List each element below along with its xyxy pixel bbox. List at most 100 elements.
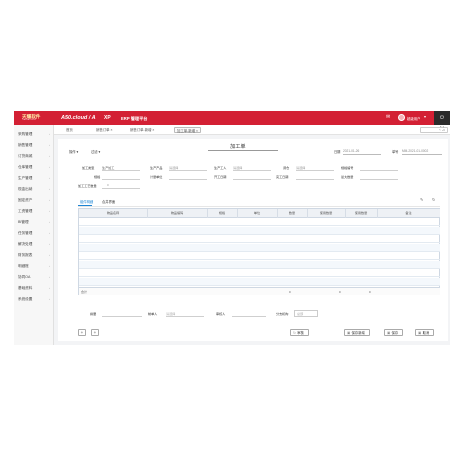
add-row-button[interactable]: + [78,329,86,336]
tab-component-detail[interactable]: 组件明细 [80,199,93,204]
cancel-button[interactable]: ▣ 取消 [415,329,435,336]
save-icon: ▣ [387,331,391,335]
process-order-form: 操作 ▾ 过滤 ▾ 加工单 日期 2021-01-26 单号 MM-2021-0… [58,139,448,341]
chevron-down-icon[interactable]: ▾ [424,114,426,120]
auditor-label: 审核人 [216,312,226,316]
sidebar-item[interactable]: 订货商城 › [14,151,54,161]
table-row[interactable] [79,243,440,252]
sidebar-item[interactable]: 明细账 › [14,261,54,271]
refresh-icon: ↻ [293,331,296,335]
chevron-right-icon: › [49,286,50,290]
save-new-button[interactable]: ▣ 保存新增 [344,329,370,336]
start-date-label: 开工日期 [214,175,227,179]
sidebar-item-label: 仓库管理 [18,164,33,169]
sidebar-item[interactable]: 工资管理 › [14,206,54,216]
order-no-field[interactable]: MM-2021-01-0002 [402,149,428,153]
table-header: 物品名称 物品编码 规格 单位 数量 使用数量 使用数量 备注 [79,209,440,218]
column-header[interactable]: 备注 [377,209,440,218]
max-qty-label: 最大数量 [341,175,354,179]
fullscreen-icon[interactable]: ⛶ [440,126,444,132]
tab-sales-order-new[interactable]: 销售订单-新增 × [130,127,154,133]
refresh-icon[interactable]: ↻ [432,197,435,202]
sidebar-item[interactable]: 固定资产 › [14,195,54,205]
sidebar-item[interactable]: 系统设置 › [14,294,54,304]
product-label: 生产产品 [150,166,163,170]
column-header[interactable]: 物品编码 [147,209,207,218]
add-row-alt-button[interactable]: + [91,329,99,336]
tab-home[interactable]: 首页 [66,127,73,133]
total-value: 0 [369,290,371,294]
ops-label: 操作 [69,150,76,154]
field-underline [296,169,334,170]
avatar[interactable] [398,114,405,121]
tab-process-order-new[interactable]: 加工单-新增 × [174,127,202,133]
sidebar-item-label: 销售管理 [18,142,33,147]
column-header[interactable]: 单位 [237,209,277,218]
save-button[interactable]: ▣ 保存 [384,329,404,336]
plan-qty-input[interactable]: 0 [107,183,109,187]
filter-button[interactable]: 过滤 ▾ [91,150,100,155]
table-row[interactable] [79,226,440,235]
column-header[interactable]: 使用数量 [307,209,345,218]
active-tab-indicator [78,205,92,206]
column-header[interactable]: 使用数量 [345,209,377,218]
field-underline [233,178,271,179]
sidebar-item[interactable]: 现金出纳 › [14,184,54,194]
chevron-right-icon: › [49,242,50,246]
date-label: 日期 [334,150,341,154]
field-underline [169,178,207,179]
sidebar-item[interactable]: BI管理 › [14,217,54,227]
cancel-label: 取消 [422,331,430,335]
sidebar-item[interactable]: 基础资料 › [14,283,54,293]
ops-menu-button[interactable]: 操作 ▾ [69,150,78,155]
table-row[interactable] [79,260,440,269]
page-title: 加工单 [230,144,246,150]
column-header[interactable]: 物品名称 [79,209,147,218]
logo: 天耀软件 TIANYAO SOFT [22,114,52,122]
edit-icon[interactable]: ✎ [420,197,423,202]
column-header[interactable]: 数量 [277,209,307,218]
memo-input[interactable] [102,315,142,316]
table-row[interactable] [79,252,440,260]
column-header[interactable]: 规格 [207,209,237,218]
date-field[interactable]: 2021-01-26 [343,149,359,153]
total-label: 合计 [81,290,88,294]
table-row[interactable] [79,218,440,226]
document-icon: ▣ [347,331,351,335]
handler-label: 制单人 [148,312,158,316]
field-underline [360,178,398,179]
sidebar-item[interactable]: 仓库管理 › [14,162,54,172]
chevron-right-icon: › [49,209,50,213]
audit-button[interactable]: ↻ 审核 [290,329,309,336]
bell-icon[interactable]: ✉ [386,114,390,120]
date-underline [343,153,381,154]
auditor-input[interactable] [232,315,266,316]
chevron-right-icon: › [49,143,50,147]
model-label: 规格 [94,175,101,179]
sidebar-item[interactable]: 采购管理 › [14,129,54,139]
org-select[interactable]: 总部 [294,310,319,317]
table-row[interactable] [79,235,440,243]
power-icon[interactable]: ⏻ [434,111,450,125]
table-row[interactable] [79,269,440,277]
sidebar-item[interactable]: 销售管理 › [14,140,54,150]
sidebar-item[interactable]: 协同OA › [14,272,54,282]
chevron-right-icon: › [49,198,50,202]
sidebar-item-label: 生产管理 [18,175,33,180]
sidebar-item[interactable]: 财务报表 › [14,250,54,260]
logo-subtext: TIANYAO SOFT [22,119,37,121]
table-row[interactable] [79,277,440,286]
chevron-right-icon: › [49,132,50,136]
total-value: 0 [289,290,291,294]
app-window: 天耀软件 TIANYAO SOFT A50.cloud / A XP ERP 管… [14,111,450,345]
finish-date-label: 完工日期 [276,175,289,179]
user-name[interactable]: 超级用户 [407,116,421,121]
memo-label: 摘要 [90,312,97,316]
tab-sales-order[interactable]: 销售订单 × [96,127,112,133]
sidebar-item-label: 固定资产 [18,197,33,202]
sidebar-item[interactable]: 解决处理 › [14,239,54,249]
sidebar-item[interactable]: 生产管理 › [14,173,54,183]
sidebar-item[interactable]: 任务管理 › [14,228,54,238]
audit-label: 审核 [297,331,304,335]
tab-merge-view[interactable]: 合并界面 [102,199,115,204]
